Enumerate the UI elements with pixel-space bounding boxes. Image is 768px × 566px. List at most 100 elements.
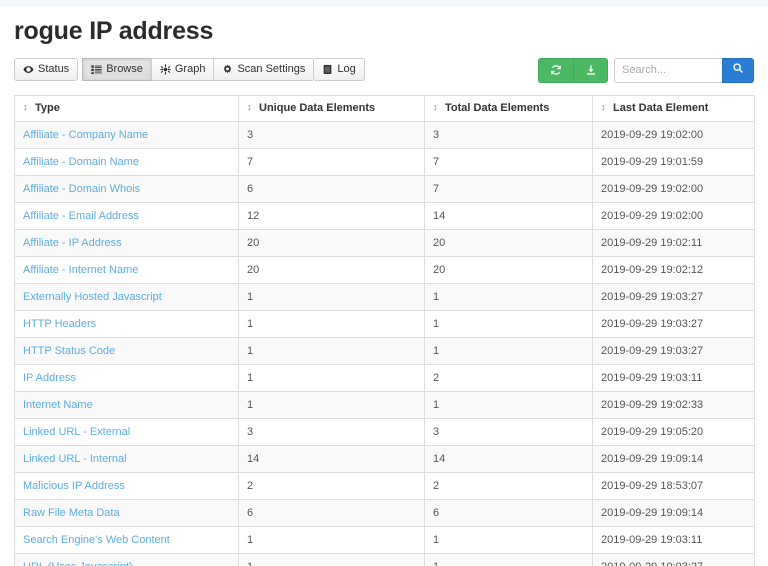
cell-unique-data-elements: 12	[238, 201, 425, 230]
type-link[interactable]: Externally Hosted Javascript	[23, 291, 162, 303]
type-link[interactable]: Raw File Meta Data	[23, 507, 120, 519]
type-link[interactable]: Affiliate - Email Address	[23, 210, 139, 222]
cell-total-data-elements: 1	[424, 336, 593, 365]
type-link[interactable]: Linked URL - External	[23, 426, 130, 438]
type-link[interactable]: Affiliate - Internet Name	[23, 264, 138, 276]
cell-unique-data-elements: 1	[238, 309, 425, 338]
table-row: Raw File Meta Data 6 6 2019-09-29 19:09:14	[14, 498, 755, 527]
cell-type: Linked URL - Internal	[14, 444, 239, 473]
cell-type: HTTP Headers	[14, 309, 239, 338]
cell-total-data-elements: 7	[424, 174, 593, 203]
cell-type: Malicious IP Address	[14, 471, 239, 500]
cell-last-data-element: 2019-09-29 18:53:07	[592, 471, 755, 500]
tab-log[interactable]: Log	[313, 57, 365, 81]
cell-last-data-element: 2019-09-29 19:02:00	[592, 201, 755, 230]
tab-label: Status	[38, 62, 70, 75]
column-header-last-data-element[interactable]: ↕ Last Data Element	[592, 94, 755, 122]
download-icon	[585, 64, 597, 76]
cell-last-data-element: 2019-09-29 19:01:59	[592, 147, 755, 176]
cell-type: Affiliate - IP Address	[14, 228, 239, 257]
table-row: Affiliate - Domain Whois 6 7 2019-09-29 19:…	[14, 174, 755, 203]
cell-total-data-elements: 14	[424, 201, 593, 230]
cell-unique-data-elements: 6	[238, 498, 425, 527]
data-table-container: ↕ Type ↕ Unique Data Elements ↕ Total Data El…	[14, 94, 755, 566]
table-row: Affiliate - Internet Name 20 20 2019-09-29 …	[14, 255, 755, 284]
cell-total-data-elements: 20	[424, 255, 593, 284]
cell-last-data-element: 2019-09-29 19:02:00	[592, 174, 755, 203]
column-header-total-data-elements[interactable]: ↕ Total Data Elements	[424, 94, 593, 122]
trash-icon	[322, 64, 333, 75]
type-link[interactable]: Affiliate - IP Address	[23, 237, 122, 249]
cell-total-data-elements: 20	[424, 228, 593, 257]
tab-label: Browse	[106, 62, 143, 75]
page-root: rogue IP address Status Browse Graph Scan S…	[0, 0, 768, 566]
type-link[interactable]: Malicious IP Address	[23, 480, 125, 492]
cell-total-data-elements: 2	[424, 471, 593, 500]
tab-button-group: Status Browse Graph Scan Settings Log	[14, 57, 369, 81]
sort-arrows-icon: ↕	[247, 101, 252, 112]
right-controls	[538, 57, 754, 83]
cell-total-data-elements: 1	[424, 390, 593, 419]
column-header-label: Type	[35, 101, 60, 114]
table-row: URL (Uses Javascript)112019-09-29 19:03:…	[14, 552, 755, 566]
type-link[interactable]: Linked URL - Internal	[23, 453, 127, 465]
type-link[interactable]: Search Engine's Web Content	[23, 534, 170, 546]
cell-unique-data-elements: 6	[238, 174, 425, 203]
cell-total-data-elements: 1	[424, 282, 593, 311]
cell-type: URL (Uses Javascript)	[14, 552, 239, 566]
cell-last-data-element: 2019-09-29 19:05:20	[592, 417, 755, 446]
search-input[interactable]	[614, 57, 722, 83]
tab-status[interactable]: Status	[14, 57, 79, 81]
type-link[interactable]: Affiliate - Domain Name	[23, 156, 139, 168]
table-row: Linked URL - Internal 14 14 2019-09-29 19:0…	[14, 444, 755, 473]
tab-label: Scan Settings	[237, 62, 306, 75]
cell-total-data-elements: 6	[424, 498, 593, 527]
tab-graph[interactable]: Graph	[150, 57, 214, 81]
type-link[interactable]: URL (Uses Javascript)	[23, 561, 133, 566]
type-link[interactable]: IP Address	[23, 372, 76, 384]
cell-last-data-element: 2019-09-29 19:03:11	[592, 525, 755, 554]
cell-unique-data-elements: 3	[238, 120, 425, 149]
table-row: HTTP Status Code 1 1 2019-09-29 19:03:27	[14, 336, 755, 365]
cell-last-data-element: 2019-09-29 19:09:14	[592, 498, 755, 527]
cell-unique-data-elements: 1	[238, 552, 425, 566]
action-button-group	[538, 57, 608, 83]
table-row: Affiliate - Company Name 3 3 2019-09-29 19:…	[14, 120, 755, 149]
tab-browse[interactable]: Browse	[82, 57, 151, 81]
cell-total-data-elements: 1	[424, 309, 593, 338]
cell-unique-data-elements: 1	[238, 363, 425, 392]
column-header-type[interactable]: ↕ Type	[14, 94, 239, 122]
search-button[interactable]	[722, 57, 754, 83]
type-link[interactable]: Affiliate - Company Name	[23, 129, 148, 141]
refresh-icon	[550, 64, 562, 76]
tab-label: Log	[337, 62, 356, 75]
search-group	[614, 57, 754, 83]
cell-type: Affiliate - Domain Name	[14, 147, 239, 176]
table-row: Search Engine's Web Content 1 1 2019-09-29 …	[14, 525, 755, 554]
download-button[interactable]	[573, 57, 608, 83]
cell-total-data-elements: 3	[424, 417, 593, 446]
eye-icon	[23, 64, 34, 75]
list-icon	[91, 64, 102, 75]
table-row: Affiliate - Domain Name 7 7 2019-09-29 19:0…	[14, 147, 755, 176]
type-link[interactable]: HTTP Headers	[23, 318, 96, 330]
cell-unique-data-elements: 20	[238, 228, 425, 257]
type-link[interactable]: HTTP Status Code	[23, 345, 115, 357]
refresh-button[interactable]	[538, 57, 573, 83]
cell-last-data-element: 2019-09-29 19:09:14	[592, 444, 755, 473]
search-icon	[732, 61, 744, 79]
cell-unique-data-elements: 1	[238, 390, 425, 419]
top-strip	[0, 0, 768, 6]
cell-total-data-elements: 2	[424, 363, 593, 392]
cell-type: Affiliate - Company Name	[14, 120, 239, 149]
column-header-unique-data-elements[interactable]: ↕ Unique Data Elements	[238, 94, 425, 122]
cell-unique-data-elements: 1	[238, 336, 425, 365]
type-link[interactable]: Affiliate - Domain Whois	[23, 183, 140, 195]
table-row: Affiliate - Email Address 12 14 2019-09-29 …	[14, 201, 755, 230]
sort-arrows-icon: ↕	[433, 101, 438, 112]
tab-scan-settings[interactable]: Scan Settings	[213, 57, 314, 81]
cell-unique-data-elements: 7	[238, 147, 425, 176]
type-link[interactable]: Internet Name	[23, 399, 93, 411]
cell-last-data-element: 2019-09-29 19:02:11	[592, 228, 755, 257]
cell-unique-data-elements: 3	[238, 417, 425, 446]
